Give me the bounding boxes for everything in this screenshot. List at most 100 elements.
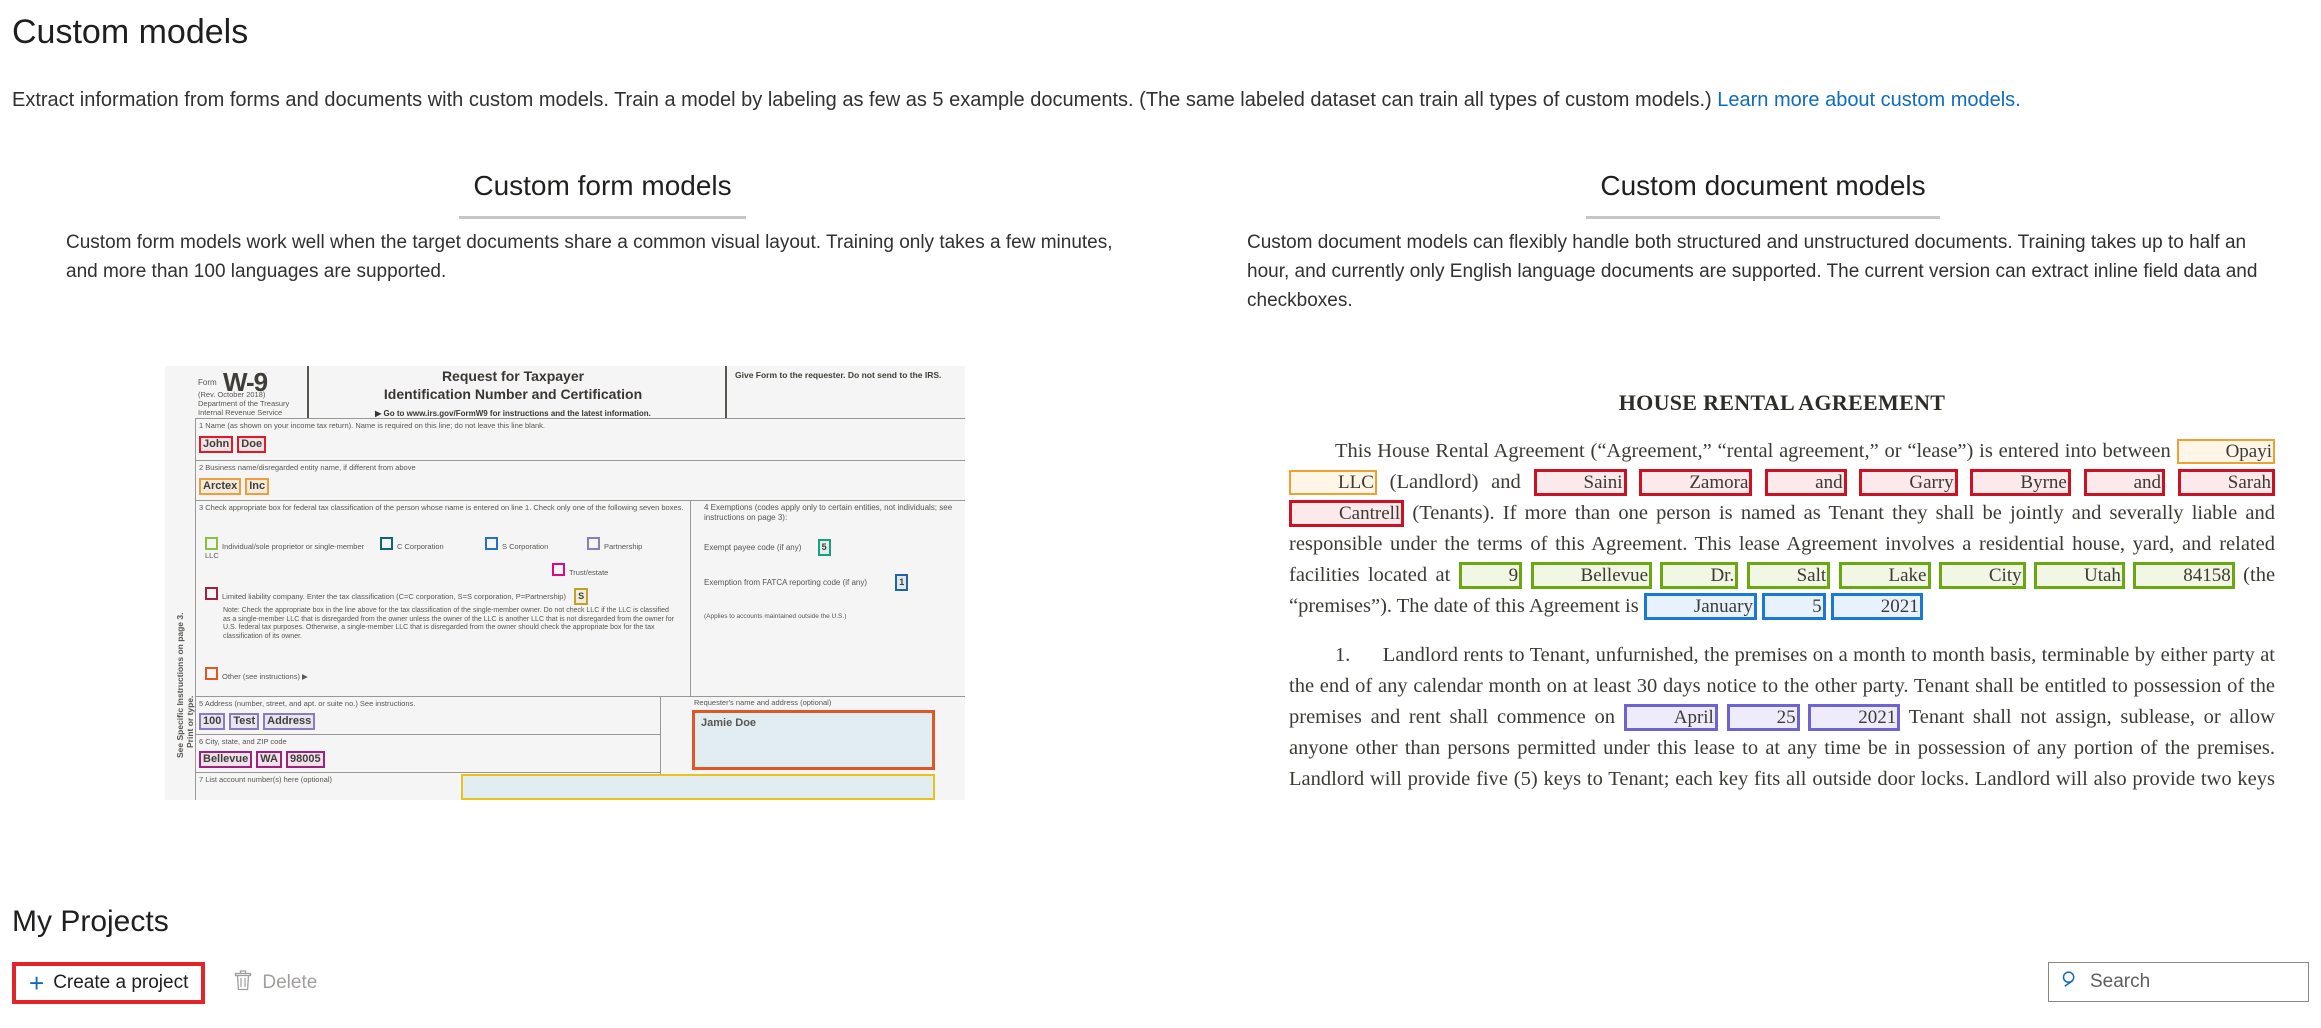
w9-title-line-1: Request for Taxpayer (441, 368, 585, 384)
delete-label: Delete (262, 972, 318, 993)
w9-checkbox-individual[interactable]: Individual/sole proprietor or single-mem… (205, 537, 365, 560)
lease-tenant-1: Saini (1533, 469, 1627, 496)
lease-tenant-2: Zamora (1639, 469, 1753, 496)
w9-line-2: 2 Business name/disregarded entity name,… (195, 460, 965, 500)
w9-fatca-value: 1 (895, 574, 909, 591)
learn-more-link[interactable]: Learn more about custom models. (1717, 89, 2021, 111)
lease-addr-4: Salt (1746, 562, 1831, 589)
lease-tenant-4: Byrne (1970, 469, 2071, 496)
w9-line3-divider (690, 501, 691, 697)
w9-state: WA (256, 751, 282, 768)
w9-exemptions-block: 4 Exemptions (codes apply only to certai… (700, 501, 965, 622)
lease-addr-8: 84158 (2133, 562, 2235, 589)
rental-agreement-sample-image: HOUSE RENTAL AGREEMENT This House Rental… (1249, 366, 2315, 800)
w9-agency-line: Internal Revenue Service (198, 408, 283, 417)
w9-header: Form W-9 (Rev. October 2018) Department … (195, 366, 965, 418)
create-project-label: Create a project (53, 972, 189, 993)
w9-business-suffix: Inc (245, 478, 270, 495)
w9-checkbox-s-corp[interactable]: S Corporation (485, 537, 548, 551)
w9-fatca-note: (Applies to accounts maintained outside … (704, 613, 847, 620)
w9-header-left: Form W-9 (Rev. October 2018) Department … (195, 366, 309, 418)
w9-line-6-label: 6 City, state, and ZIP code (199, 737, 287, 746)
lease-landlord-2: LLC (1289, 470, 1377, 495)
w9-zip: 98005 (285, 751, 325, 768)
my-projects-title: My Projects (12, 905, 169, 938)
lease-addr-2: Bellevue (1530, 562, 1653, 589)
lease-tenant-5: Sarah (2177, 469, 2276, 496)
search-input[interactable] (2090, 971, 2321, 993)
lease-p2-number: 1. (1335, 644, 1351, 666)
create-project-button[interactable]: + Create a project (19, 967, 198, 999)
w9-fatca-row: Exemption from FATCA reporting code (if … (704, 574, 954, 591)
w9-line-1-values: John Doe (195, 430, 965, 453)
custom-document-models-heading: Custom document models (1586, 170, 1940, 219)
checkbox-icon-individual[interactable] (205, 537, 218, 550)
lease-tenant-3: Garry (1859, 469, 1958, 496)
projects-command-bar: + Create a project Delete (12, 962, 327, 1004)
w9-line-6-values: Bellevue WA 98005 (195, 746, 660, 768)
w9-cb-trust-label: Trust/estate (569, 568, 609, 577)
lease-addr-3: Dr. (1660, 562, 1739, 589)
w9-cb-c-corp-label: C Corporation (397, 542, 444, 551)
w9-checkbox-c-corp[interactable]: C Corporation (380, 537, 444, 551)
w9-header-center: Request for Taxpayer Identification Numb… (313, 366, 713, 418)
w9-line-1-label: 1 Name (as shown on your income tax retu… (199, 421, 546, 430)
lease-tenant-and-1: and (1765, 469, 1847, 496)
page-title: Custom models (12, 13, 249, 51)
w9-checkbox-other[interactable]: Other (see instructions) ▶ (205, 667, 308, 681)
w9-checkbox-llc[interactable]: Limited liability company. Enter the tax… (205, 587, 675, 605)
checkbox-icon-c-corp[interactable] (380, 537, 393, 550)
w9-revision-line: (Rev. October 2018) (198, 390, 266, 399)
custom-document-models-body: Custom document models can flexibly hand… (1247, 232, 2258, 311)
w9-cb-individual-label: Individual/sole proprietor or single-mem… (205, 542, 365, 560)
checkbox-icon-llc[interactable] (205, 587, 218, 600)
lease-p1-text-2: (Landlord) and (1376, 471, 1534, 493)
w9-cb-llc-label: Limited liability company. Enter the tax… (222, 592, 566, 601)
w9-checkbox-trust[interactable]: Trust/estate (552, 563, 608, 577)
w9-line-3-label: 3 Check appropriate box for federal tax … (199, 503, 684, 512)
w9-form-label: Form (198, 378, 217, 387)
w9-side-text-1: Print or type. (185, 695, 195, 748)
w9-department-line: Department of the Treasury (198, 399, 290, 408)
w9-requester-label-wrap: Requester's name and address (optional) (690, 696, 935, 707)
w9-form-sample-image: Print or type. See Specific Instructions… (165, 366, 965, 800)
w9-checkbox-partnership[interactable]: Partnership (587, 537, 642, 551)
checkbox-icon-other[interactable] (205, 667, 218, 680)
lease-paragraph-1: This House Rental Agreement (“Agreement,… (1289, 436, 2276, 622)
w9-side-instructions: Print or type. See Specific Instructions… (165, 418, 196, 800)
w9-requester-label: Requester's name and address (optional) (694, 698, 832, 707)
checkbox-icon-trust[interactable] (552, 563, 565, 576)
w9-line-2-label: 2 Business name/disregarded entity name,… (199, 463, 416, 472)
lease-p1-text-1: This House Rental Agreement (“Agreement,… (1335, 440, 2177, 462)
lease-landlord-1: Opayi (2176, 439, 2275, 464)
w9-line-6: 6 City, state, and ZIP code Bellevue WA 98… (195, 734, 660, 772)
create-project-highlight: + Create a project (12, 962, 206, 1004)
w9-name-last: Doe (237, 436, 267, 453)
lease-addr-1: 9 (1458, 562, 1523, 589)
delete-button[interactable]: Delete (223, 964, 327, 1002)
search-box[interactable] (2048, 962, 2321, 1002)
w9-name-first: John (199, 436, 234, 453)
lease-start-month: April (1623, 704, 1718, 731)
w9-goto-line: ▶ Go to www.irs.gov/FormW9 for instructi… (375, 409, 651, 418)
custom-form-models-body: Custom form models work well when the ta… (66, 232, 1113, 282)
search-icon (2049, 970, 2090, 994)
lease-addr-6: City (1938, 562, 2026, 589)
w9-cb-s-corp-label: S Corporation (502, 542, 549, 551)
w9-llc-classification-value: S (574, 588, 589, 605)
w9-llc-note: Note: Check the appropriate box in the l… (223, 607, 674, 640)
lease-date-day: 5 (1762, 593, 1826, 620)
checkbox-icon-s-corp[interactable] (485, 537, 498, 550)
w9-requester-value: Jamie Doe (701, 717, 757, 729)
w9-title-line-2: Identification Number and Certification (383, 386, 643, 402)
w9-address-number: 100 (199, 713, 226, 730)
w9-address-street-2: Address (263, 713, 316, 730)
w9-form-revision: (Rev. October 2018) Department of the Tr… (198, 390, 289, 417)
w9-exempt-payee-value: 5 (817, 539, 831, 556)
lease-date-month: January (1643, 593, 1757, 620)
w9-cb-partnership-label: Partnership (604, 542, 643, 551)
w9-line-3: 3 Check appropriate box for federal tax … (195, 500, 965, 697)
lease-date-year: 2021 (1830, 593, 1923, 620)
checkbox-icon-partnership[interactable] (587, 537, 600, 550)
page-description-text: Extract information from forms and docum… (12, 89, 1718, 111)
